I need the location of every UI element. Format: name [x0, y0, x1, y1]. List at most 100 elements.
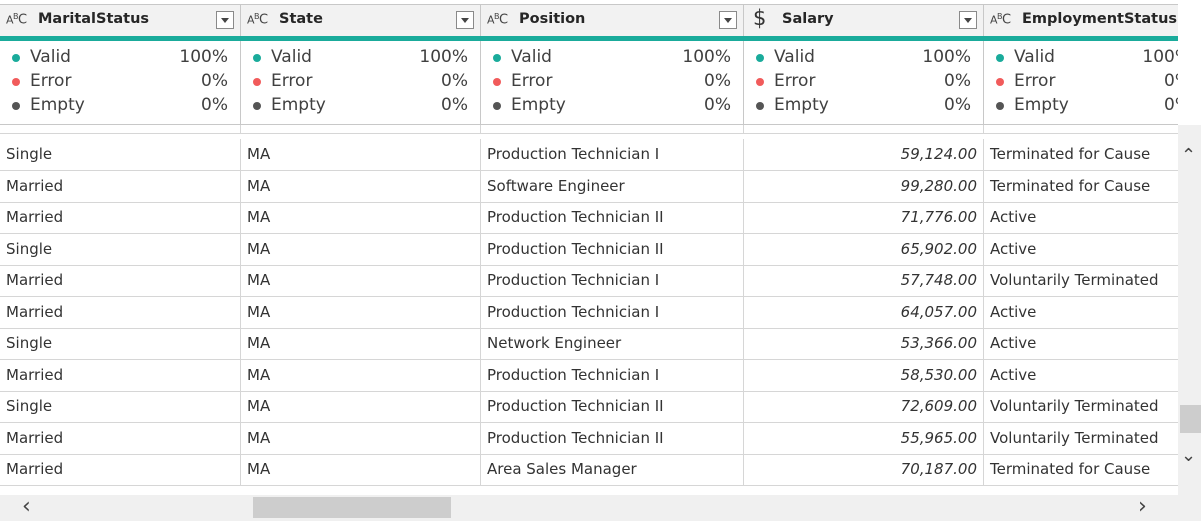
- quality-error-dot-icon: [12, 78, 20, 86]
- dropdown-arrow-icon[interactable]: [719, 11, 737, 29]
- table-cell[interactable]: Terminated for Cause: [984, 454, 1178, 486]
- table-cell[interactable]: 72,609.00: [744, 391, 984, 423]
- table-cell[interactable]: 71,776.00: [744, 202, 984, 234]
- table-cell[interactable]: Production Technician I: [481, 139, 744, 171]
- column-header[interactable]: $ Salary: [744, 4, 984, 36]
- table-cell[interactable]: Voluntarily Terminated: [984, 423, 1178, 455]
- table-cell[interactable]: Single: [0, 328, 241, 360]
- quality-error-dot-icon: [756, 78, 764, 86]
- table-cell[interactable]: Area Sales Manager: [481, 454, 744, 486]
- table-cell[interactable]: Active: [984, 234, 1178, 266]
- chevron-down-icon[interactable]: ⌄: [1181, 445, 1196, 466]
- chevron-up-icon[interactable]: ⌃: [1181, 145, 1196, 166]
- horizontal-scroll-thumb[interactable]: [253, 497, 451, 518]
- table-cell[interactable]: 65,902.00: [744, 233, 984, 266]
- quality-error-dot-icon: [253, 78, 261, 86]
- chevron-left-icon[interactable]: ‹: [22, 494, 31, 519]
- quality-empty-label: Empty: [774, 95, 829, 115]
- table-cell[interactable]: 70,187.00: [744, 454, 984, 486]
- table-cell[interactable]: Production Technician II: [481, 422, 744, 455]
- vertical-scroll-thumb[interactable]: [1180, 405, 1201, 433]
- column-header[interactable]: ABC Position: [481, 4, 744, 36]
- quality-error-label: Error: [511, 71, 553, 91]
- quality-empty-row: Empty 0%: [0, 95, 240, 119]
- vertical-scrollbar[interactable]: ⌃ ⌄: [1178, 125, 1201, 495]
- table-cell[interactable]: MA: [241, 233, 481, 266]
- dropdown-arrow-icon[interactable]: [216, 11, 234, 29]
- quality-valid-dot-icon: [756, 54, 764, 62]
- quality-error-percent: 0%: [944, 71, 971, 91]
- quality-error-label: Error: [30, 71, 72, 91]
- table-cell[interactable]: Married: [0, 265, 241, 297]
- table-cell[interactable]: Terminated for Cause: [984, 139, 1178, 171]
- table-cell[interactable]: 59,124.00: [744, 139, 984, 171]
- table-cell[interactable]: MA: [241, 422, 481, 455]
- table-cell[interactable]: Production Technician I: [481, 296, 744, 329]
- table-cell[interactable]: Single: [0, 391, 241, 423]
- column-position: ABC Position Valid 100% Error 0% Empty 0%: [481, 0, 744, 125]
- table-cell[interactable]: 64,057.00: [744, 296, 984, 329]
- table-cell[interactable]: 99,280.00: [744, 170, 984, 203]
- quality-valid-percent: 100%: [419, 47, 468, 67]
- table-cell[interactable]: 53,366.00: [744, 328, 984, 360]
- table-cell[interactable]: MA: [241, 265, 481, 297]
- quality-valid-row: Valid 100%: [241, 47, 480, 71]
- table-cell[interactable]: Production Technician II: [481, 391, 744, 423]
- table-cell[interactable]: Voluntarily Terminated: [984, 391, 1178, 423]
- table-cell[interactable]: Active: [984, 328, 1178, 360]
- quality-error-row: Error 0%: [984, 71, 1178, 95]
- quality-empty-label: Empty: [1014, 95, 1069, 115]
- table-cell[interactable]: MA: [241, 170, 481, 203]
- column-header[interactable]: ABC State: [241, 4, 481, 36]
- quality-valid-row: Valid 100%: [481, 47, 743, 71]
- quality-valid-label: Valid: [1014, 47, 1055, 67]
- table-cell[interactable]: Production Technician I: [481, 359, 744, 392]
- dropdown-arrow-icon[interactable]: [456, 11, 474, 29]
- quality-valid-label: Valid: [271, 47, 312, 67]
- table-cell[interactable]: Network Engineer: [481, 328, 744, 360]
- quality-error-label: Error: [271, 71, 313, 91]
- column-header[interactable]: ABC MaritalStatus: [0, 4, 241, 36]
- header-overflow-area: [1178, 0, 1201, 125]
- chevron-right-icon[interactable]: ›: [1138, 494, 1147, 519]
- table-cell[interactable]: Single: [0, 139, 241, 171]
- table-cell[interactable]: Married: [0, 422, 241, 455]
- quality-empty-label: Empty: [511, 95, 566, 115]
- quality-error-percent: 0%: [1164, 71, 1178, 91]
- table-cell[interactable]: MA: [241, 359, 481, 392]
- quality-valid-label: Valid: [511, 47, 552, 67]
- abc-text-icon: ABC: [990, 12, 1011, 28]
- table-cell[interactable]: Married: [0, 296, 241, 329]
- table-cell[interactable]: Single: [0, 233, 241, 266]
- table-cell[interactable]: Active: [984, 202, 1178, 234]
- table-cell[interactable]: Production Technician I: [481, 265, 744, 297]
- dropdown-arrow-icon[interactable]: [959, 11, 977, 29]
- table-cell[interactable]: MA: [241, 202, 481, 234]
- table-cell[interactable]: Software Engineer: [481, 170, 744, 203]
- table-cell[interactable]: MA: [241, 328, 481, 360]
- table-cell[interactable]: 58,530.00: [744, 359, 984, 392]
- horizontal-scrollbar[interactable]: ‹ ›: [0, 494, 1201, 521]
- table-cell[interactable]: Voluntarily Terminated: [984, 265, 1178, 297]
- table-cell[interactable]: Active: [984, 297, 1178, 329]
- table-cell[interactable]: Production Technician II: [481, 202, 744, 234]
- table-cell[interactable]: Terminated for Cause: [984, 171, 1178, 203]
- table-cell[interactable]: MA: [241, 139, 481, 171]
- table-cell[interactable]: 57,748.00: [744, 265, 984, 297]
- table-cell[interactable]: Production Technician II: [481, 233, 744, 266]
- quality-error-row: Error 0%: [241, 71, 480, 95]
- column-employmentstatus: ABCEmploymentStatusValid100%Error0%Empty…: [984, 0, 1178, 125]
- column-quality-panel: Valid 100% Error 0% Empty 0%: [744, 41, 984, 125]
- quality-empty-row: Empty 0%: [744, 95, 983, 119]
- table-cell[interactable]: Married: [0, 454, 241, 486]
- table-cell[interactable]: Active: [984, 360, 1178, 392]
- table-cell[interactable]: MA: [241, 296, 481, 329]
- column-header-label: State: [279, 11, 323, 27]
- table-cell[interactable]: 55,965.00: [744, 422, 984, 455]
- column-header[interactable]: ABC EmploymentStatus: [984, 4, 1178, 36]
- table-cell[interactable]: MA: [241, 391, 481, 423]
- table-cell[interactable]: Married: [0, 202, 241, 234]
- table-cell[interactable]: MA: [241, 454, 481, 486]
- table-cell[interactable]: Married: [0, 170, 241, 203]
- table-cell[interactable]: Married: [0, 359, 241, 392]
